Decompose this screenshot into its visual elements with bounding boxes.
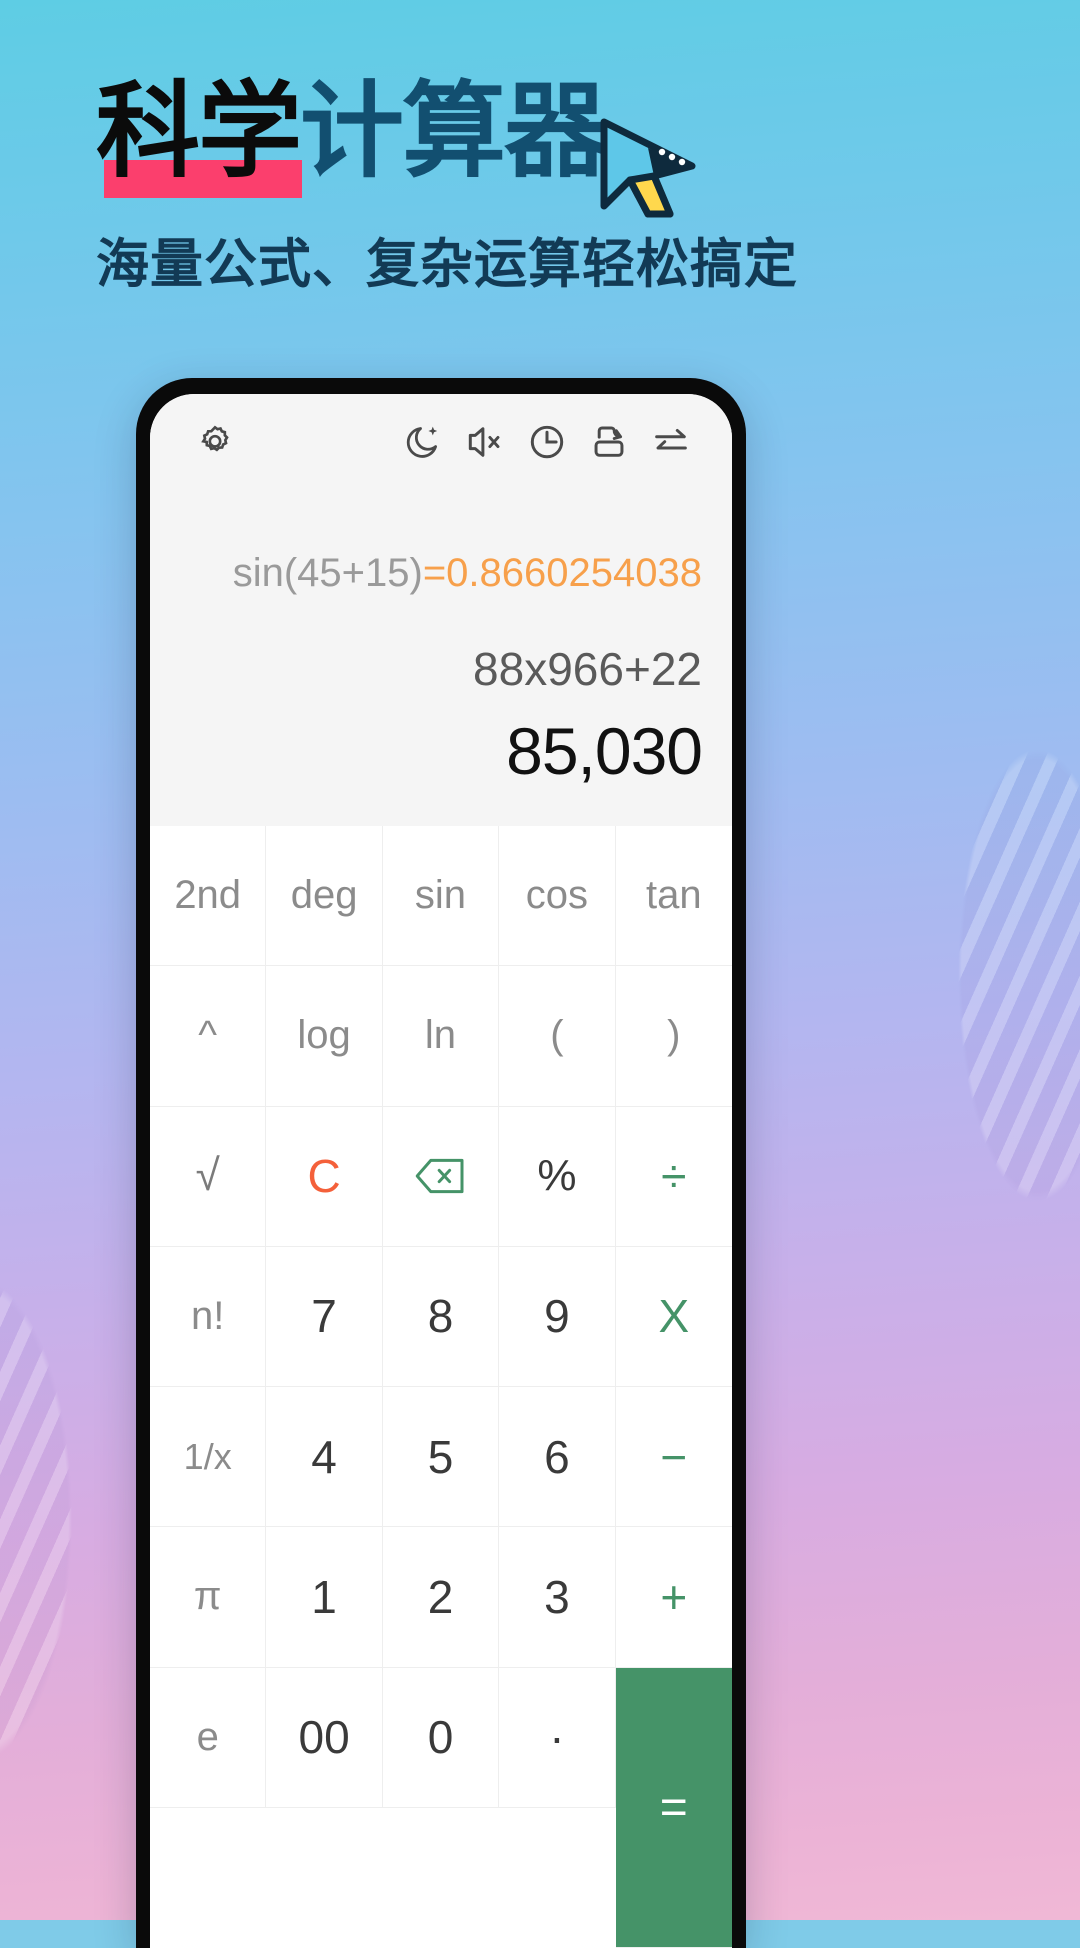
display-history-result: =0.8660254038 (423, 551, 702, 595)
key-6-label: 6 (544, 1430, 570, 1484)
headline-part-2: 计算器 (300, 70, 606, 192)
poster-subtitle: 海量公式、复杂运算轻松搞定 (96, 222, 798, 298)
calculator-keypad: 2nd deg sin cos tan ^ log ln () √ C% ÷ n! 7 8 9 X 1/x 4 5 6 −… (150, 826, 732, 1948)
key-ln-label: ln (425, 1013, 456, 1058)
key-multiply-label: X (658, 1289, 689, 1343)
key-plus-label: + (660, 1570, 687, 1624)
key-5[interactable]: 5 (383, 1387, 499, 1527)
history-clock-icon[interactable] (516, 411, 578, 473)
calculator-toolbar (150, 394, 732, 490)
key-1[interactable]: 1 (266, 1527, 382, 1667)
key-power[interactable]: ^ (150, 966, 266, 1106)
key-pi[interactable]: π (150, 1527, 266, 1667)
key-double-zero[interactable]: 00 (266, 1668, 382, 1808)
key-paren-close[interactable]: ) (616, 966, 732, 1106)
key-minus-label: − (660, 1430, 687, 1484)
key-double-zero-label: 00 (299, 1710, 350, 1764)
key-9-label: 9 (544, 1289, 570, 1343)
key-decimal-label: · (549, 1710, 564, 1764)
key-7-label: 7 (311, 1289, 337, 1343)
key-paren-open[interactable]: ( (499, 966, 615, 1106)
key-0[interactable]: 0 (383, 1668, 499, 1808)
key-6[interactable]: 6 (499, 1387, 615, 1527)
night-mode-moon-icon[interactable] (392, 411, 454, 473)
key-7[interactable]: 7 (266, 1247, 382, 1387)
key-tan[interactable]: tan (616, 826, 732, 966)
key-backspace[interactable] (383, 1107, 499, 1247)
display-result: 85,030 (180, 710, 702, 792)
key-2nd[interactable]: 2nd (150, 826, 266, 966)
key-2nd-label: 2nd (174, 873, 241, 918)
key-sin[interactable]: sin (383, 826, 499, 966)
key-clear[interactable]: C (266, 1107, 382, 1247)
key-paren-close-label: ) (667, 1013, 680, 1058)
unit-convert-swap-icon[interactable] (640, 411, 702, 473)
key-2[interactable]: 2 (383, 1527, 499, 1667)
key-tan-label: tan (646, 873, 702, 918)
key-sqrt[interactable]: √ (150, 1107, 266, 1247)
key-log-label: log (297, 1013, 350, 1058)
key-8-label: 8 (428, 1289, 454, 1343)
key-cos[interactable]: cos (499, 826, 615, 966)
phone-screen: sin(45+15)=0.8660254038 88x966+22 85,030… (150, 394, 732, 1948)
key-equals[interactable]: = (616, 1668, 732, 1948)
key-minus[interactable]: − (616, 1387, 732, 1527)
key-sqrt-label: √ (196, 1151, 220, 1201)
key-paren-open-label: ( (550, 1013, 563, 1058)
key-e-label: e (197, 1715, 219, 1760)
key-plus[interactable]: + (616, 1527, 732, 1667)
display-history-expression: sin(45+15) (233, 551, 423, 595)
display-history-line: sin(45+15)=0.8660254038 (180, 548, 702, 598)
key-log[interactable]: log (266, 966, 382, 1106)
key-e[interactable]: e (150, 1668, 266, 1808)
key-factorial[interactable]: n! (150, 1247, 266, 1387)
key-sin-label: sin (415, 873, 466, 918)
key-4[interactable]: 4 (266, 1387, 382, 1527)
key-2-label: 2 (428, 1570, 454, 1624)
key-cos-label: cos (526, 873, 588, 918)
key-clear-label: C (307, 1149, 340, 1203)
key-percent-label: % (537, 1151, 576, 1201)
key-percent[interactable]: % (499, 1107, 615, 1247)
key-factorial-label: n! (191, 1294, 224, 1339)
key-reciprocal-label: 1/x (184, 1436, 232, 1478)
poster-headline: 科学计算器 (96, 72, 816, 212)
key-ln[interactable]: ln (383, 966, 499, 1106)
key-3[interactable]: 3 (499, 1527, 615, 1667)
backspace-icon (414, 1156, 466, 1196)
key-8[interactable]: 8 (383, 1247, 499, 1387)
phone-mockup: sin(45+15)=0.8660254038 88x966+22 85,030… (136, 378, 746, 1948)
key-5-label: 5 (428, 1430, 454, 1484)
key-equals-label: = (660, 1780, 688, 1835)
headline-part-1: 科学 (96, 70, 300, 192)
display-expression: 88x966+22 (180, 640, 702, 698)
key-deg-label: deg (291, 873, 358, 918)
key-multiply[interactable]: X (616, 1247, 732, 1387)
key-9[interactable]: 9 (499, 1247, 615, 1387)
key-4-label: 4 (311, 1430, 337, 1484)
key-0-label: 0 (428, 1710, 454, 1764)
key-reciprocal[interactable]: 1/x (150, 1387, 266, 1527)
key-3-label: 3 (544, 1570, 570, 1624)
key-pi-label: π (194, 1574, 222, 1619)
sound-mute-icon[interactable] (454, 411, 516, 473)
key-divide[interactable]: ÷ (616, 1107, 732, 1247)
calculator-display: sin(45+15)=0.8660254038 88x966+22 85,030 (150, 490, 732, 826)
key-decimal[interactable]: · (499, 1668, 615, 1808)
key-deg[interactable]: deg (266, 826, 382, 966)
cursor-pointer-icon (596, 118, 704, 227)
settings-gear-icon[interactable] (184, 411, 246, 473)
key-power-label: ^ (198, 1013, 217, 1058)
key-1-label: 1 (311, 1570, 337, 1624)
key-divide-label: ÷ (661, 1149, 686, 1203)
headline-text: 科学计算器 (96, 72, 816, 190)
screen-rotate-icon[interactable] (578, 411, 640, 473)
